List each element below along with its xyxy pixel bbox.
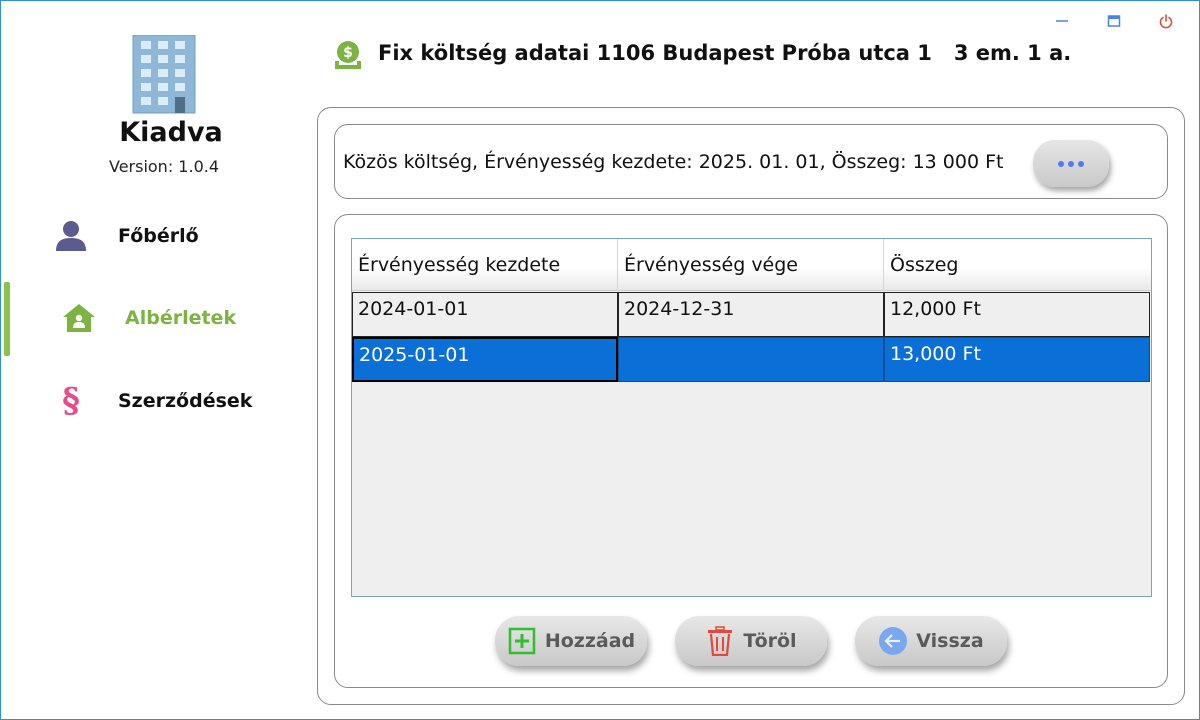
plus-icon xyxy=(507,626,537,656)
add-button-label: Hozzáad xyxy=(544,630,636,652)
sidebar-item-label: Albérletek xyxy=(125,307,237,329)
cost-table[interactable]: Érvényesség kezdete Érvényesség vége Öss… xyxy=(351,238,1152,597)
app-name: Kiadva xyxy=(119,117,223,148)
minimize-icon[interactable] xyxy=(1051,11,1073,31)
building-logo-icon xyxy=(131,34,197,115)
svg-text:$: $ xyxy=(343,45,353,61)
table-header: Érvényesség kezdete Érvényesség vége Öss… xyxy=(352,239,1151,291)
maximize-icon[interactable] xyxy=(1103,11,1125,31)
fixed-cost-summary: Közös költség, Érvényesség kezdete: 2025… xyxy=(343,151,1004,173)
column-header-start[interactable]: Érvényesség kezdete xyxy=(352,239,618,291)
cell-amount[interactable]: 13,000 Ft xyxy=(884,337,1150,382)
trash-icon xyxy=(705,626,735,656)
delete-button-label: Töröl xyxy=(743,630,797,652)
cell-start[interactable]: 2024-01-01 xyxy=(352,292,618,337)
sidebar-item-label: Szerződések xyxy=(118,390,253,412)
table-row[interactable]: 2024-01-01 2024-12-31 12,000 Ft xyxy=(352,292,1151,337)
sidebar-item-alberletek[interactable]: Albérletek xyxy=(1,288,301,348)
user-icon xyxy=(53,218,89,254)
more-icon-dot xyxy=(1078,160,1084,167)
cell-end[interactable]: 2024-12-31 xyxy=(618,292,884,337)
more-button[interactable] xyxy=(1033,140,1109,187)
column-header-amount[interactable]: Összeg xyxy=(884,239,1150,291)
more-icon-dot xyxy=(1068,160,1074,167)
home-icon xyxy=(61,300,97,336)
page-title: Fix költség adatai 1106 Budapest Próba u… xyxy=(378,41,1072,65)
sidebar-item-foberlo[interactable]: Főbérlő xyxy=(1,206,301,266)
cell-amount[interactable]: 12,000 Ft xyxy=(884,292,1150,337)
app-window: Kiadva Version: 1.0.4 Főbérlő Albérletek xyxy=(0,0,1200,720)
back-button[interactable]: Vissza xyxy=(855,616,1007,666)
sidebar-item-label: Főbérlő xyxy=(118,225,199,247)
add-button[interactable]: Hozzáad xyxy=(495,616,647,666)
sidebar: Kiadva Version: 1.0.4 Főbérlő Albérletek xyxy=(1,1,301,720)
cell-end[interactable] xyxy=(618,337,884,382)
app-version: Version: 1.0.4 xyxy=(108,157,220,176)
more-icon xyxy=(1058,160,1064,167)
delete-button[interactable]: Töröl xyxy=(675,616,827,666)
back-button-label: Vissza xyxy=(916,630,984,652)
window-controls xyxy=(1051,11,1177,31)
money-icon: $ xyxy=(331,39,365,73)
sidebar-item-szerzodesek[interactable]: § Szerződések xyxy=(1,371,301,431)
arrow-left-icon xyxy=(878,626,908,656)
power-icon[interactable] xyxy=(1155,11,1177,31)
table-row-selected[interactable]: 2025-01-01 13,000 Ft xyxy=(352,337,1151,382)
column-header-end[interactable]: Érvényesség vége xyxy=(618,239,884,291)
paragraph-icon: § xyxy=(62,381,80,421)
cell-start[interactable]: 2025-01-01 xyxy=(352,337,618,382)
